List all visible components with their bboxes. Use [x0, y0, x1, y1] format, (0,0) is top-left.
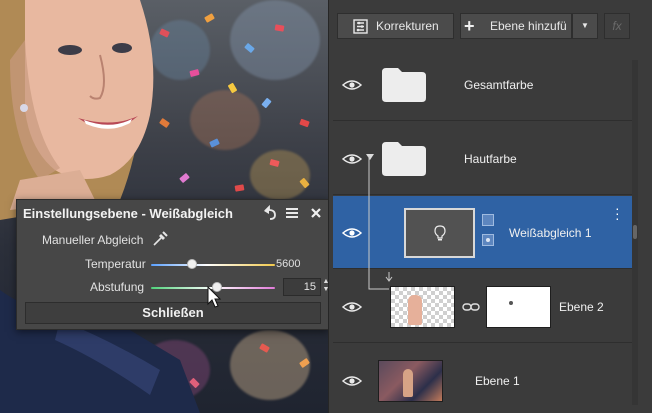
temperature-label: Temperatur — [85, 257, 146, 271]
add-layer-dropdown[interactable]: ▼ — [572, 13, 598, 39]
more-options-icon[interactable]: · · · — [615, 201, 620, 225]
link-icon[interactable] — [462, 302, 480, 312]
visibility-eye-icon[interactable] — [342, 79, 362, 91]
tint-label: Abstufung — [90, 280, 145, 294]
layer-row-gesamtfarbe[interactable]: Gesamtfarbe — [333, 48, 634, 121]
clip-indicator-icon — [482, 234, 494, 246]
reset-icon[interactable] — [260, 204, 278, 222]
eyedropper-icon[interactable] — [151, 230, 169, 248]
layers-scrollbar[interactable] — [632, 60, 638, 405]
close-icon[interactable] — [307, 204, 325, 222]
layer-name: Ebene 1 — [475, 374, 520, 388]
manual-balance-label: Manueller Abgleich — [42, 233, 144, 247]
mask-indicator-icon — [482, 214, 494, 226]
mouse-cursor-icon — [207, 286, 222, 308]
dialog-title: Einstellungsebene - Weißabgleich — [23, 206, 233, 221]
tint-value: 15 — [303, 281, 316, 293]
visibility-eye-icon[interactable] — [342, 153, 362, 165]
layer-mask-thumbnail[interactable] — [486, 286, 551, 328]
white-balance-dialog: Einstellungsebene - Weißabgleich Manuell… — [16, 199, 329, 330]
add-layer-label: Ebene hinzufü — [490, 19, 567, 33]
corrections-button[interactable]: Korrekturen — [337, 13, 454, 39]
adjustment-thumbnail — [404, 208, 475, 258]
temperature-slider-track[interactable] — [151, 264, 275, 266]
adjustments-icon — [353, 19, 368, 34]
layer-thumbnail — [390, 286, 455, 328]
layer-name: Gesamtfarbe — [464, 78, 534, 92]
lightbulb-icon — [434, 225, 446, 241]
layer-row-ebene-2[interactable]: Ebene 2 — [333, 270, 634, 343]
plus-icon: + — [464, 16, 475, 36]
tint-number-input[interactable]: 15 — [283, 278, 321, 296]
chevron-down-icon: ▼ — [581, 21, 589, 30]
folder-icon — [382, 68, 426, 102]
temperature-value: 5600 — [276, 258, 301, 270]
layer-name: Hautfarbe — [464, 152, 517, 166]
layers-panel: Korrekturen + Ebene hinzufü ▼ fx Gesamtf… — [328, 0, 652, 413]
scrollbar-thumb[interactable] — [633, 225, 637, 239]
layer-name: Weißabgleich 1 — [509, 226, 592, 240]
visibility-eye-icon[interactable] — [342, 375, 362, 387]
visibility-eye-icon[interactable] — [342, 301, 362, 313]
fx-button[interactable]: fx — [604, 13, 630, 39]
visibility-eye-icon[interactable] — [342, 227, 362, 239]
menu-icon[interactable] — [283, 204, 301, 222]
add-layer-button[interactable]: + Ebene hinzufü — [460, 13, 572, 39]
layer-thumbnail — [378, 360, 443, 402]
corrections-label: Korrekturen — [376, 19, 439, 33]
layer-row-ebene-1[interactable]: Ebene 1 — [333, 344, 634, 413]
close-button[interactable]: Schließen — [25, 302, 321, 324]
temperature-slider-thumb[interactable] — [186, 259, 197, 269]
layer-name: Ebene 2 — [559, 300, 604, 314]
